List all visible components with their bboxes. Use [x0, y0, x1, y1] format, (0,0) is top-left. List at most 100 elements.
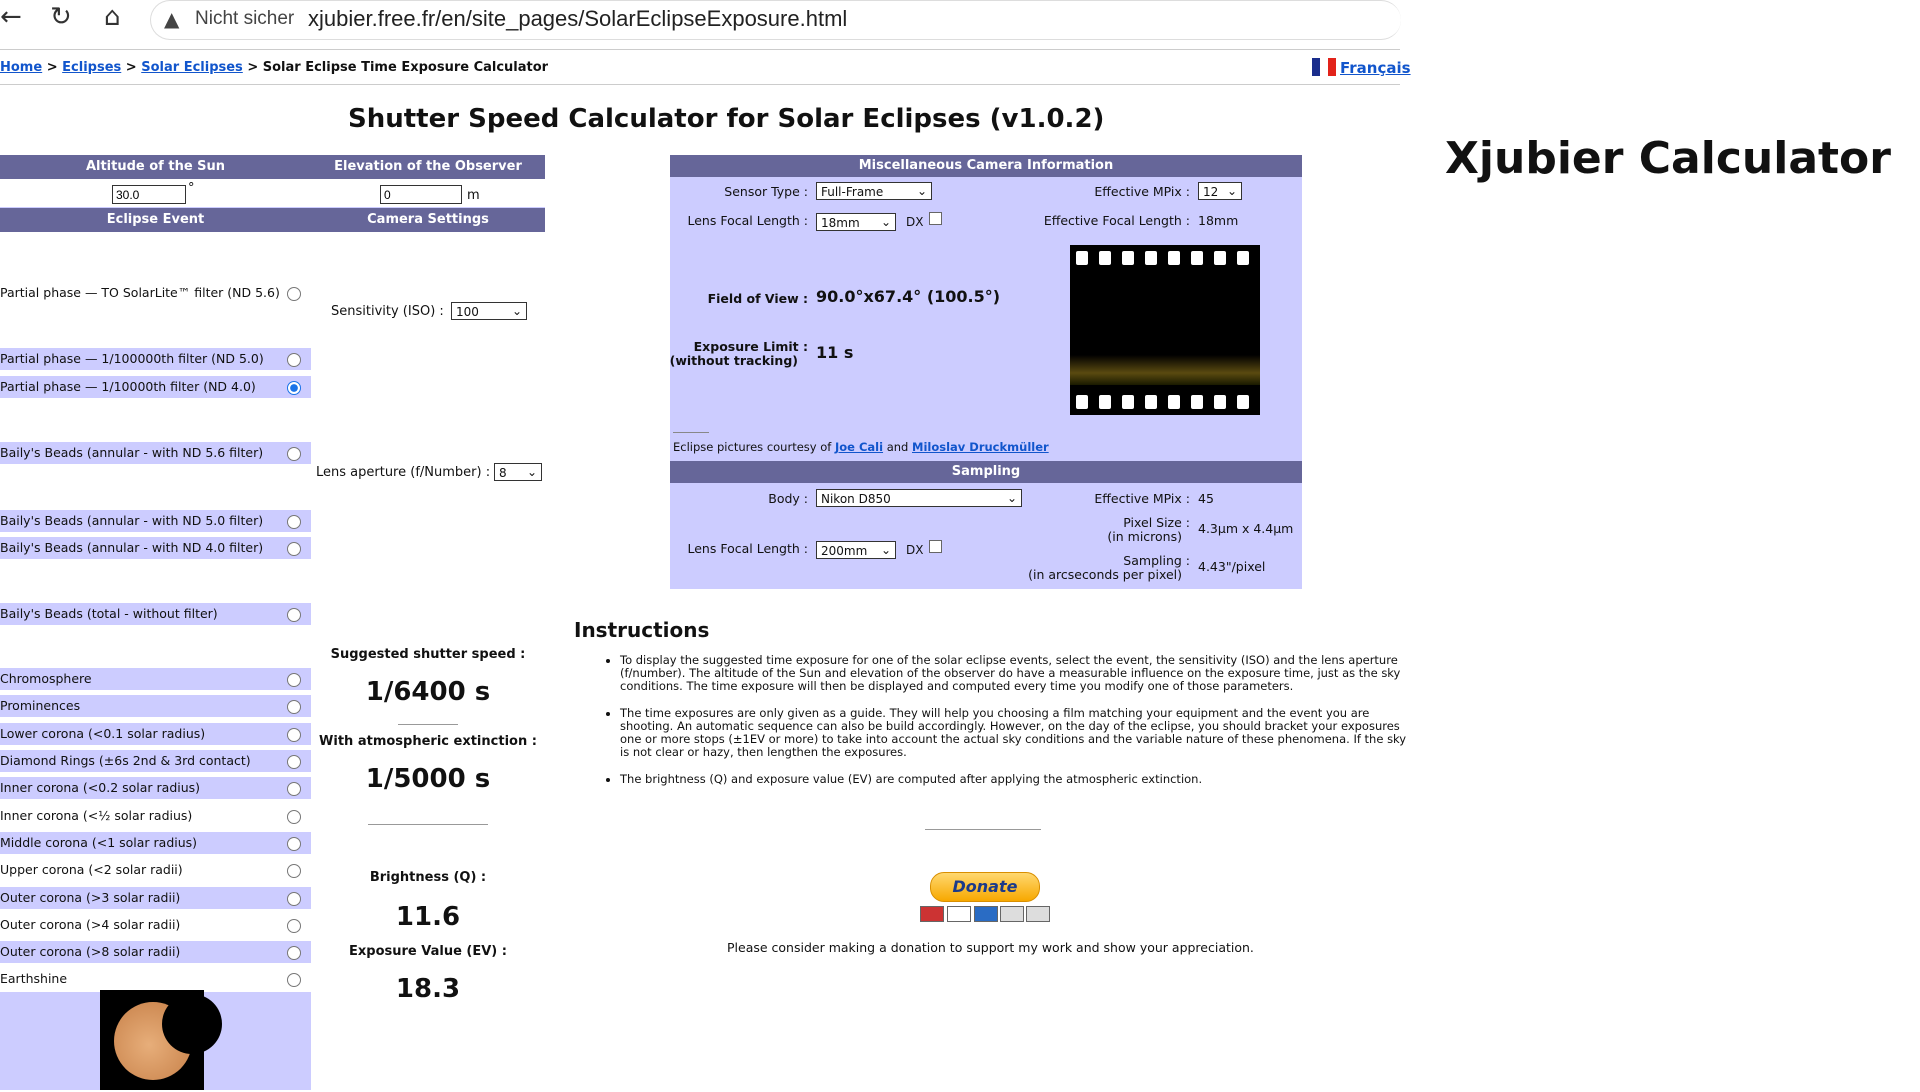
sampling-header: Sampling: [670, 461, 1302, 483]
event-row[interactable]: Baily's Beads (annular - with ND 5.6 fil…: [0, 442, 311, 464]
event-radio[interactable]: [287, 287, 301, 301]
breadcrumb-eclipses-link[interactable]: Eclipses: [62, 60, 121, 75]
sampling-dx-label: DX: [906, 543, 924, 557]
event-row[interactable]: Inner corona (<0.2 solar radius): [0, 777, 311, 799]
event-row[interactable]: Inner corona (<½ solar radius): [0, 805, 311, 827]
event-radio[interactable]: [287, 837, 301, 851]
instructions-list: To display the suggested time exposure f…: [600, 654, 1412, 800]
donate-button[interactable]: Donate: [930, 872, 1040, 902]
event-radio[interactable]: [287, 919, 301, 933]
url-text[interactable]: xjubier.free.fr/en/site_pages/SolarEclip…: [308, 6, 847, 32]
sprocket-hole: [1145, 395, 1157, 409]
sampling-label: Sampling :: [1123, 553, 1190, 568]
event-row[interactable]: Lower corona (<0.1 solar radius): [0, 723, 311, 745]
pixel-size-label: Pixel Size :: [1123, 515, 1190, 530]
aperture-select[interactable]: 8 ⌄: [494, 463, 542, 481]
event-radio[interactable]: [287, 864, 301, 878]
amex-icon: [974, 906, 998, 922]
event-radio[interactable]: [287, 728, 301, 742]
sampling-value: 4.43"/pixel: [1198, 559, 1266, 574]
druckmuller-link[interactable]: Miloslav Druckmüller: [912, 440, 1049, 454]
language-switch[interactable]: Français: [1312, 58, 1411, 77]
sprocket-hole: [1145, 251, 1157, 265]
event-row[interactable]: Baily's Beads (annular - with ND 5.0 fil…: [0, 510, 311, 532]
not-secure-label[interactable]: Nicht sicher: [195, 8, 294, 30]
moon-disc: [162, 994, 222, 1054]
mpix-label: Effective MPix :: [1094, 184, 1190, 199]
home-icon[interactable]: ⌂: [104, 2, 121, 32]
event-radio[interactable]: [287, 673, 301, 687]
sampling-mpix-value: 45: [1198, 491, 1214, 506]
altitude-input[interactable]: [112, 185, 186, 204]
event-radio[interactable]: [287, 892, 301, 906]
mpix-select[interactable]: 12 ⌄: [1198, 182, 1242, 200]
sprocket-hole: [1099, 395, 1111, 409]
sun-image: [100, 990, 222, 1090]
warning-icon[interactable]: ▲: [164, 7, 179, 31]
mastercard-icon: [920, 906, 944, 922]
event-radio[interactable]: [287, 447, 301, 461]
exposure-limit-label: Exposure Limit :: [693, 339, 808, 354]
event-row[interactable]: Prominences: [0, 695, 311, 717]
sampling-mpix-label: Effective MPix :: [1094, 491, 1190, 506]
sprocket-hole: [1168, 395, 1180, 409]
sampling-focal-label: Lens Focal Length :: [687, 541, 808, 556]
sampling-sub: (in arcseconds per pixel): [1028, 567, 1182, 582]
event-row[interactable]: Middle corona (<1 solar radius): [0, 832, 311, 854]
sensor-select[interactable]: Full-Frame ⌄: [816, 182, 932, 200]
event-row[interactable]: Partial phase — 1/100000th filter (ND 5.…: [0, 348, 311, 370]
body-select[interactable]: Nikon D850 ⌄: [816, 489, 1022, 507]
instructions-title: Instructions: [574, 618, 710, 642]
sprocket-hole: [1214, 251, 1226, 265]
event-row[interactable]: Partial phase — TO SolarLite™ filter (ND…: [0, 282, 311, 304]
sampling-dx-checkbox[interactable]: [929, 540, 942, 553]
sampling-focal-select[interactable]: 200mm ⌄: [816, 541, 896, 559]
elevation-input[interactable]: [380, 185, 462, 204]
event-label: Partial phase — 1/100000th filter (ND 5.…: [0, 351, 264, 366]
joe-cali-link[interactable]: Joe Cali: [835, 440, 883, 454]
event-radio[interactable]: [287, 381, 301, 395]
iso-select[interactable]: 100 ⌄: [451, 302, 527, 320]
page-title: Shutter Speed Calculator for Solar Eclip…: [348, 104, 1105, 134]
event-row[interactable]: Partial phase — 1/10000th filter (ND 4.0…: [0, 376, 311, 398]
event-row[interactable]: Baily's Beads (total - without filter): [0, 603, 311, 625]
reload-icon[interactable]: ↻: [50, 2, 72, 32]
event-radio[interactable]: [287, 810, 301, 824]
event-row[interactable]: Baily's Beads (annular - with ND 4.0 fil…: [0, 537, 311, 559]
breadcrumb-solar-eclipses-link[interactable]: Solar Eclipses: [141, 60, 243, 75]
sprocket-hole: [1191, 395, 1203, 409]
toolbar-divider: [0, 49, 1400, 50]
event-radio[interactable]: [287, 700, 301, 714]
event-label: Prominences: [0, 698, 81, 713]
exposure-limit-sub: (without tracking): [669, 353, 798, 368]
event-radio[interactable]: [287, 515, 301, 529]
breadcrumb-home-link[interactable]: Home: [0, 60, 42, 75]
event-radio[interactable]: [287, 542, 301, 556]
breadcrumb-separator: >: [46, 60, 58, 75]
event-radio[interactable]: [287, 353, 301, 367]
event-row[interactable]: Earthshine: [0, 968, 311, 990]
event-row[interactable]: Upper corona (<2 solar radii): [0, 859, 311, 881]
dx-checkbox[interactable]: [929, 212, 942, 225]
event-row[interactable]: Outer corona (>4 solar radii): [0, 914, 311, 936]
event-radio[interactable]: [287, 782, 301, 796]
event-label: Inner corona (<0.2 solar radius): [0, 780, 201, 795]
courtesy-and: and: [886, 440, 909, 454]
event-radio[interactable]: [287, 973, 301, 987]
event-row[interactable]: Chromosphere: [0, 668, 311, 690]
event-radio[interactable]: [287, 608, 301, 622]
chevron-down-icon: ⌄: [511, 304, 522, 318]
sensor-select-value: Full-Frame: [821, 185, 884, 199]
event-radio[interactable]: [287, 755, 301, 769]
lens-focal-select[interactable]: 18mm ⌄: [816, 213, 896, 231]
back-arrow-icon[interactable]: ←: [0, 2, 22, 32]
eclipse-photo-filmstrip: [1070, 245, 1260, 415]
event-row[interactable]: Outer corona (>3 solar radii): [0, 887, 311, 909]
visa-icon: [947, 906, 971, 922]
iso-label: Sensitivity (ISO) :: [331, 304, 444, 319]
event-row[interactable]: Outer corona (>8 solar radii): [0, 941, 311, 963]
event-radio[interactable]: [287, 946, 301, 960]
event-row[interactable]: Diamond Rings (±6s 2nd & 3rd contact): [0, 750, 311, 772]
language-link[interactable]: Français: [1340, 59, 1411, 77]
event-label: Upper corona (<2 solar radii): [0, 862, 183, 877]
